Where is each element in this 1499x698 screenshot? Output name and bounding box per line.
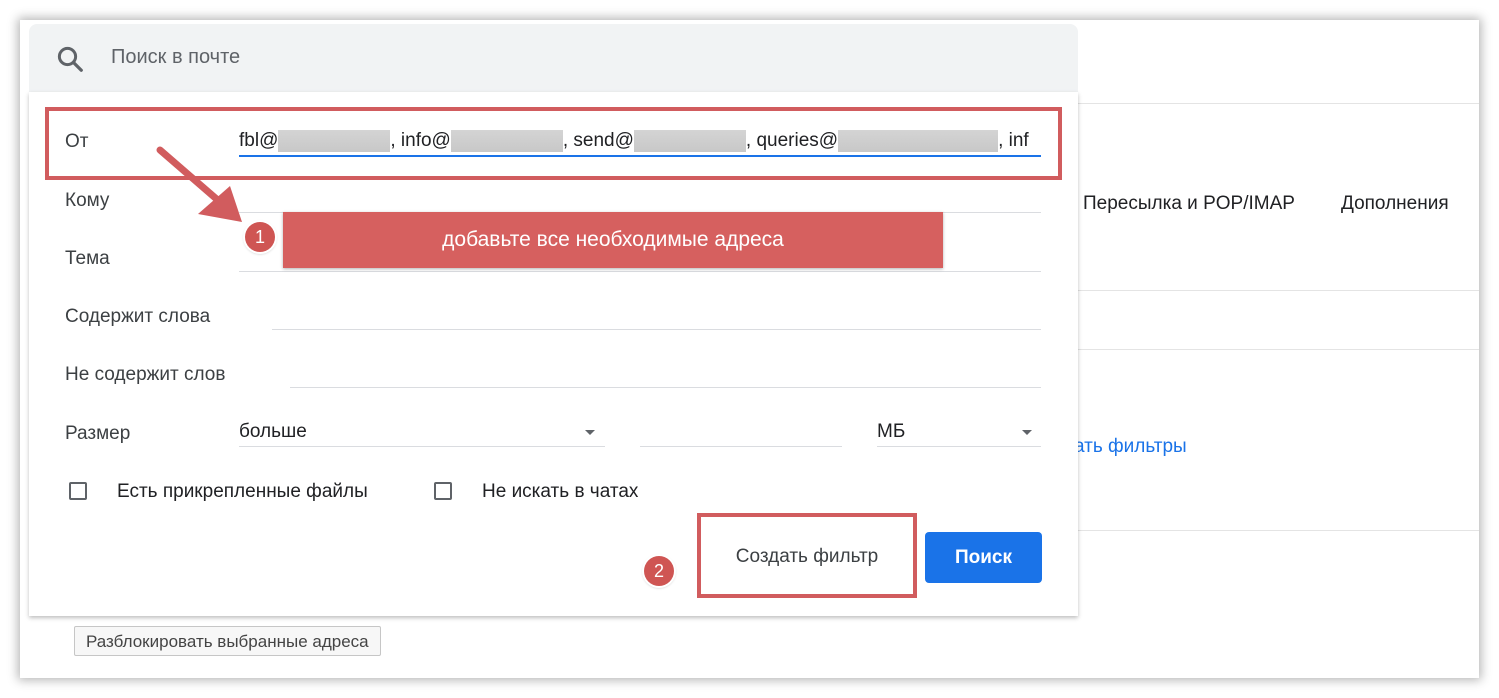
not-words-label: Не содержит слов [65, 364, 226, 385]
size-unit-select[interactable]: МБ [877, 421, 905, 443]
bg-divider [1070, 349, 1479, 350]
has-attachments-checkbox[interactable] [69, 482, 87, 500]
step1-badge: 1 [245, 222, 275, 252]
not-words-field[interactable] [290, 387, 1041, 388]
size-compare-select[interactable]: больше [239, 421, 307, 443]
size-unit-underline [877, 446, 1041, 447]
step2-badge: 2 [644, 556, 674, 586]
search-icon[interactable] [55, 44, 85, 74]
create-filter-highlight [697, 513, 917, 598]
annotation-arrow-icon [156, 146, 242, 222]
chevron-down-icon[interactable] [585, 430, 595, 435]
unblock-selected-addresses-button[interactable]: Разблокировать выбранные адреса [74, 626, 381, 656]
has-words-label: Содержит слова [65, 306, 211, 327]
subject-field[interactable] [239, 271, 1041, 272]
to-label: Кому [65, 190, 110, 211]
has-words-field[interactable] [272, 329, 1041, 330]
filters-link[interactable]: ать фильтры [1074, 436, 1187, 458]
bg-divider [1070, 290, 1479, 291]
exclude-chats-checkbox[interactable] [434, 482, 452, 500]
size-label: Размер [65, 423, 131, 444]
step1-callout: добавьте все необходимые адреса [283, 212, 943, 268]
size-compare-underline [239, 446, 605, 447]
chevron-down-icon[interactable] [1022, 430, 1032, 435]
bg-divider [1070, 530, 1479, 531]
tab-addons[interactable]: Дополнения [1341, 193, 1449, 215]
size-value-field[interactable] [640, 446, 842, 447]
subject-label: Тема [65, 248, 110, 269]
exclude-chats-label: Не искать в чатах [482, 481, 639, 502]
tab-forwarding-pop-imap[interactable]: Пересылка и POP/IMAP [1083, 193, 1295, 215]
search-input[interactable]: Поиск в почте [111, 46, 240, 69]
search-button[interactable]: Поиск [925, 532, 1042, 583]
has-attachments-label: Есть прикрепленные файлы [117, 481, 368, 502]
bg-divider [1070, 103, 1479, 104]
